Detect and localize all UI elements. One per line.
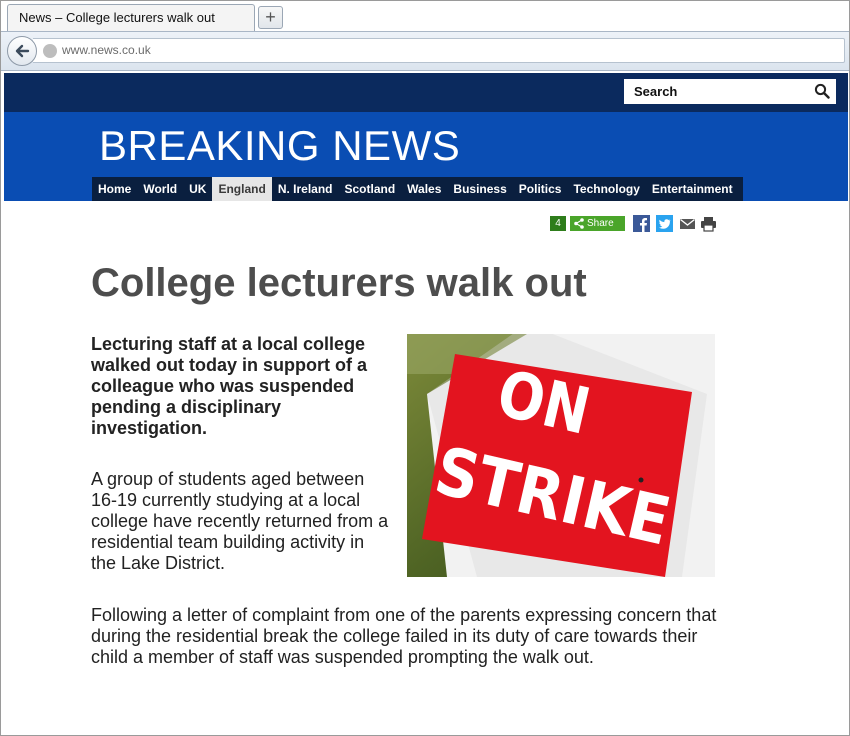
email-icon[interactable] [679,215,696,232]
globe-icon [43,44,57,58]
search-icon[interactable] [814,83,830,99]
site-banner: BREAKING NEWS Home World UK England N. Irela… [4,112,848,201]
browser-tab[interactable]: News – College lecturers walk out [7,4,255,31]
article-paragraph: A group of students aged between 16-19 c… [91,469,389,573]
nav-item-technology[interactable]: Technology [567,177,645,201]
facebook-icon[interactable] [633,215,650,232]
article-lead: Lecturing staff at a local college walke… [91,334,368,438]
nav-item-england[interactable]: England [212,177,272,201]
share-label: Share [587,218,614,229]
browser-window: News – College lecturers walk out + www.… [0,0,850,736]
url-text: www.news.co.uk [62,43,151,57]
twitter-icon[interactable] [656,215,673,232]
share-count: 4 [550,216,566,231]
site-title: BREAKING NEWS [99,122,461,169]
search-placeholder: Search [634,84,678,99]
article-headline: College lecturers walk out [91,261,587,305]
browser-nav-bar: www.news.co.uk [1,31,849,71]
share-button[interactable]: Share [570,216,625,231]
main-nav: Home World UK England N. Ireland Scotland Wale… [92,177,743,201]
nav-item-wales[interactable]: Wales [401,177,447,201]
back-arrow-icon [15,44,30,58]
share-icon [574,218,584,229]
nav-item-entertainment[interactable]: Entertainment [646,177,739,201]
nav-item-uk[interactable]: UK [183,177,212,201]
search-input[interactable]: Search [624,79,836,104]
site-top-strip: Search [4,73,848,112]
on-strike-photo: ON STRIKE [407,334,715,577]
nav-item-n-ireland[interactable]: N. Ireland [272,177,339,201]
tab-bar: News – College lecturers walk out + [1,1,849,32]
print-icon[interactable] [700,215,717,232]
nav-item-home[interactable]: Home [92,177,137,201]
nav-item-scotland[interactable]: Scotland [339,177,402,201]
nav-item-world[interactable]: World [137,177,183,201]
back-button[interactable] [7,36,37,66]
article-paragraph: Following a letter of complaint from one… [91,605,717,667]
address-bar[interactable]: www.news.co.uk [33,38,845,63]
nav-item-business[interactable]: Business [447,177,512,201]
tab-title: News – College lecturers walk out [19,10,215,25]
nav-item-politics[interactable]: Politics [513,177,568,201]
new-tab-button[interactable]: + [258,6,283,29]
